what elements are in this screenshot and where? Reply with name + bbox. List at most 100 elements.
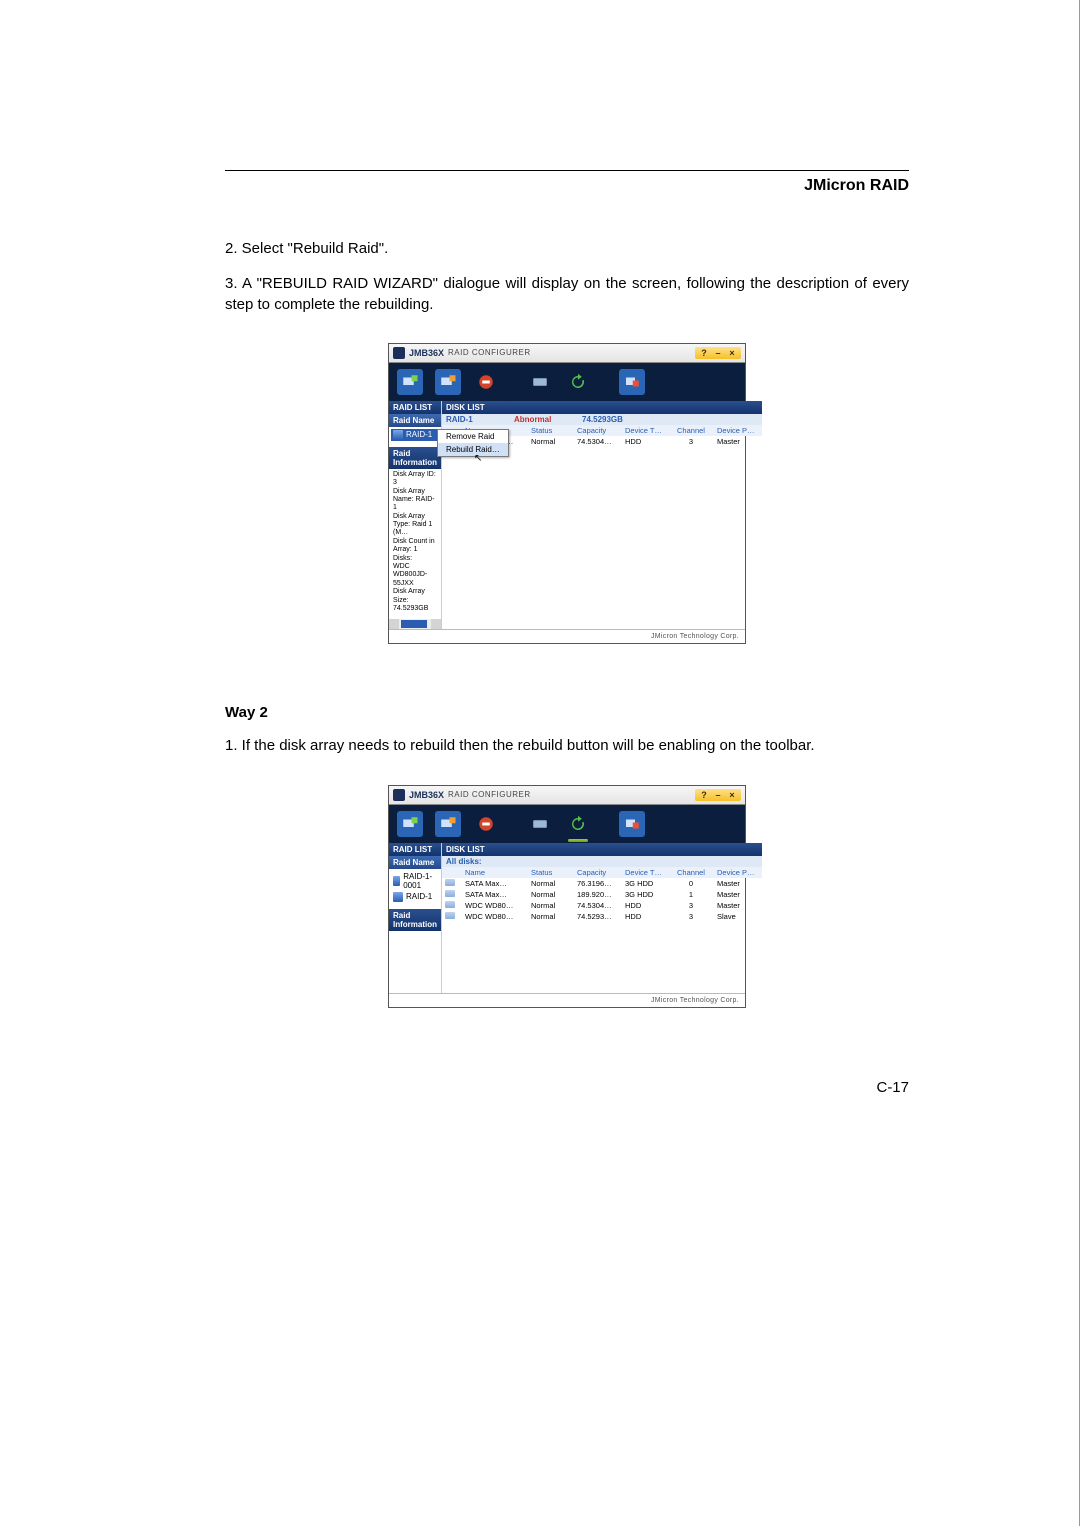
cell-channel: 0: [668, 878, 714, 889]
app-title-brand: JMB36X: [409, 790, 444, 800]
info-line: Disk Array ID: 3: [393, 471, 437, 488]
info-line: Disks:: [393, 555, 437, 563]
sidebar-item-raid-1[interactable]: RAID-1: [391, 429, 439, 441]
way-2-step-1: 1. If the disk array needs to rebuild th…: [225, 736, 909, 756]
col-capacity[interactable]: Capacity: [574, 867, 622, 878]
sidebar: RAID LIST Raid Name RAID-1-0001 RAID-1 R…: [389, 843, 442, 993]
window-close-button[interactable]: ×: [726, 790, 738, 800]
cell-device: 3G HDD: [622, 889, 668, 900]
col-channel[interactable]: Channel: [668, 867, 714, 878]
cell-channel: 1: [668, 889, 714, 900]
app-title-rest: RAID CONFIGURER: [448, 348, 531, 357]
cell-status: Normal: [528, 911, 574, 922]
cell-capacity: 74.5304…: [574, 900, 622, 911]
toolbar-settings-button[interactable]: [619, 369, 645, 395]
window-footer: JMicron Technology Corp.: [389, 629, 745, 643]
window-help-button[interactable]: ?: [698, 790, 710, 800]
instruction-step-3: 3. A "REBUILD RAID WIZARD" dialogue will…: [225, 274, 909, 315]
raid-configurer-window-2: JMB36X RAID CONFIGURER ? – ×: [388, 785, 746, 1008]
context-menu-rebuild-raid[interactable]: Rebuild Raid…: [438, 443, 508, 456]
window-footer: JMicron Technology Corp.: [389, 993, 745, 1007]
col-channel[interactable]: Channel: [668, 425, 714, 436]
sidebar-item-raid-1-0001[interactable]: RAID-1-0001: [391, 871, 439, 891]
screenshot-2-wrap: JMB36X RAID CONFIGURER ? – ×: [225, 785, 909, 1008]
col-device[interactable]: Device T…: [622, 867, 668, 878]
disk-icon: [445, 912, 455, 919]
sidebar-scrollbar[interactable]: [389, 619, 441, 629]
raid-status-state: Abnormal: [510, 414, 578, 425]
raid-status-bar: RAID-1 Abnormal 74.5293GB: [442, 414, 762, 425]
cell-status: Normal: [528, 878, 574, 889]
document-page: JMicron RAID 2. Select "Rebuild Raid". 3…: [0, 0, 1080, 1526]
cell-name: SATA Max…: [462, 889, 528, 900]
cell-devport: Master: [714, 900, 762, 911]
cell-capacity: 189.920…: [574, 889, 622, 900]
info-line: Disk Array Type: Raid 1 (M…: [393, 513, 437, 538]
toolbar-remove-raid-button[interactable]: [473, 811, 499, 837]
toolbar-rebuild-raid-button[interactable]: [565, 811, 591, 837]
cursor-icon: ↖: [474, 453, 482, 464]
col-devport[interactable]: Device P…: [714, 867, 762, 878]
col-device[interactable]: Device T…: [622, 425, 668, 436]
info-line: WDC WD800JD-55JXX: [393, 563, 437, 588]
toolbar-remove-raid-button[interactable]: [473, 369, 499, 395]
toolbar-create-backup-button[interactable]: [435, 369, 461, 395]
scroll-thumb[interactable]: [401, 620, 427, 628]
cell-capacity: 74.5293…: [574, 911, 622, 922]
main-panel: DISK LIST All disks: Name Status Capacit…: [442, 843, 762, 993]
window-titlebar: JMB36X RAID CONFIGURER ? – ×: [389, 786, 745, 805]
header-rule: [225, 170, 909, 171]
col-devport[interactable]: Device P…: [714, 425, 762, 436]
window-minimize-button[interactable]: –: [712, 348, 724, 358]
cell-device: HDD: [622, 911, 668, 922]
context-menu-remove-raid[interactable]: Remove Raid: [438, 430, 508, 443]
toolbar-disk-button[interactable]: [527, 369, 553, 395]
disk-list-header: DISK LIST: [442, 401, 762, 414]
disk-icon: [445, 890, 455, 897]
raid-icon: [393, 892, 403, 902]
toolbar-create-backup-button[interactable]: [435, 811, 461, 837]
window-help-button[interactable]: ?: [698, 348, 710, 358]
app-title-rest: RAID CONFIGURER: [448, 790, 531, 799]
sidebar-raid-info-header: Raid Information: [389, 909, 441, 931]
toolbar-create-raid-button[interactable]: [397, 811, 423, 837]
way-2-heading: Way 2: [225, 704, 909, 721]
disk-table-body: SATA Max… Normal 76.3196… 3G HDD 0 Maste…: [442, 878, 762, 993]
app-logo-icon: [393, 347, 405, 359]
sidebar-raid-name-header: Raid Name: [389, 414, 441, 427]
table-row[interactable]: WDC WD80… Normal 74.5304… HDD 3 Master: [442, 900, 762, 911]
app-title-brand: JMB36X: [409, 348, 444, 358]
col-status[interactable]: Status: [528, 867, 574, 878]
sidebar-raid-list-header: RAID LIST: [389, 843, 441, 856]
toolbar-rebuild-raid-button[interactable]: [565, 369, 591, 395]
col-name[interactable]: Name: [462, 867, 528, 878]
window-minimize-button[interactable]: –: [712, 790, 724, 800]
toolbar-settings-button[interactable]: [619, 811, 645, 837]
disk-icon: [445, 901, 455, 908]
cell-device: HDD: [622, 900, 668, 911]
cell-capacity: 74.5304…: [574, 436, 622, 447]
disk-list-header: DISK LIST: [442, 843, 762, 856]
scroll-right-arrow-icon[interactable]: [431, 619, 441, 629]
cell-name: SATA Max…: [462, 878, 528, 889]
table-row[interactable]: SATA Max… Normal 189.920… 3G HDD 1 Maste…: [442, 889, 762, 900]
table-row[interactable]: SATA Max… Normal 76.3196… 3G HDD 0 Maste…: [442, 878, 762, 889]
app-logo-icon: [393, 789, 405, 801]
table-row[interactable]: WDC WD80… Normal 74.5293… HDD 3 Slave: [442, 911, 762, 922]
col-status[interactable]: Status: [528, 425, 574, 436]
col-capacity[interactable]: Capacity: [574, 425, 622, 436]
cell-status: Normal: [528, 436, 574, 447]
scroll-left-arrow-icon[interactable]: [389, 619, 399, 629]
toolbar: [389, 363, 745, 401]
cell-devport: Master: [714, 889, 762, 900]
window-close-button[interactable]: ×: [726, 348, 738, 358]
toolbar-disk-button[interactable]: [527, 811, 553, 837]
toolbar-create-raid-button[interactable]: [397, 369, 423, 395]
sidebar-item-raid-1[interactable]: RAID-1: [391, 891, 439, 903]
cell-devport: Slave: [714, 911, 762, 922]
cell-device: HDD: [622, 436, 668, 447]
info-line: Disk Array Name: RAID-1: [393, 488, 437, 513]
window-body: RAID LIST Raid Name RAID-1-0001 RAID-1 R…: [389, 843, 745, 993]
sidebar-raid-list-header: RAID LIST: [389, 401, 441, 414]
instruction-step-2: 2. Select "Rebuild Raid".: [225, 239, 909, 259]
